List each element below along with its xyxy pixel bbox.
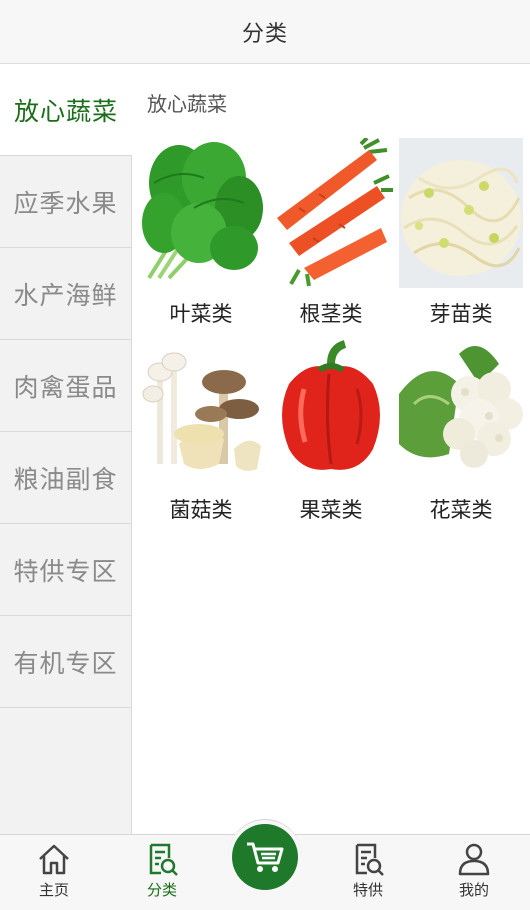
category-fruit-veg[interactable]: 果菜类 bbox=[269, 334, 393, 524]
category-label: 根茎类 bbox=[299, 302, 363, 326]
tab-home[interactable]: 主页 bbox=[14, 841, 94, 907]
sidebar-item-grain-oil[interactable]: 粮油副食 bbox=[0, 432, 131, 524]
category-mushrooms[interactable]: 菌菇类 bbox=[139, 334, 263, 524]
category-content: 放心蔬菜 叶菜类 根茎类 芽苗类 菌菇类 果菜类 花菜类 bbox=[133, 64, 530, 834]
tab-mine[interactable]: 我的 bbox=[434, 841, 514, 907]
sidebar-item-vegetables[interactable]: 放心蔬菜 bbox=[0, 64, 132, 156]
tab-label: 主页 bbox=[38, 881, 69, 899]
sidebar-item-fruits[interactable]: 应季水果 bbox=[0, 156, 131, 248]
page-title: 分类 bbox=[241, 21, 288, 47]
special-icon bbox=[355, 843, 384, 876]
category-label: 菌菇类 bbox=[169, 498, 233, 522]
sidebar-item-seafood[interactable]: 水产海鲜 bbox=[0, 248, 131, 340]
section-title: 放心蔬菜 bbox=[147, 92, 227, 116]
category-leafy[interactable]: 叶菜类 bbox=[139, 138, 263, 328]
cart-icon bbox=[247, 842, 284, 872]
category-label: 花菜类 bbox=[429, 498, 493, 522]
tab-special[interactable]: 特供 bbox=[328, 841, 408, 907]
sidebar-item-special[interactable]: 特供专区 bbox=[0, 524, 131, 616]
sidebar-item-meat-eggs[interactable]: 肉禽蛋品 bbox=[0, 340, 131, 432]
category-label: 叶菜类 bbox=[169, 302, 233, 326]
cart-button[interactable] bbox=[232, 824, 298, 890]
tab-label: 分类 bbox=[146, 881, 177, 899]
tab-label: 我的 bbox=[458, 881, 489, 899]
top-header: 分类 bbox=[0, 0, 530, 64]
tab-label: 特供 bbox=[352, 881, 383, 899]
cauliflower-image bbox=[399, 334, 523, 484]
category-flower-veg[interactable]: 花菜类 bbox=[399, 334, 523, 524]
mushrooms-image bbox=[139, 334, 263, 484]
sidebar-item-organic[interactable]: 有机专区 bbox=[0, 616, 131, 708]
cart-button-wrap bbox=[228, 819, 302, 893]
category-icon bbox=[149, 843, 178, 876]
home-icon bbox=[39, 844, 69, 875]
category-label: 果菜类 bbox=[299, 498, 363, 522]
red-bell-pepper-image bbox=[269, 334, 393, 484]
category-label: 芽苗类 bbox=[429, 302, 493, 326]
bottom-tabbar: 主页 分类 特供 我的 bbox=[0, 819, 530, 910]
category-sprouts[interactable]: 芽苗类 bbox=[399, 138, 523, 328]
carrots-image bbox=[269, 138, 393, 288]
user-icon bbox=[458, 843, 490, 876]
tab-category[interactable]: 分类 bbox=[122, 841, 202, 907]
bean-sprouts-image bbox=[399, 138, 523, 288]
category-root[interactable]: 根茎类 bbox=[269, 138, 393, 328]
leafy-greens-image bbox=[139, 138, 263, 288]
category-sidebar: 放心蔬菜 应季水果 水产海鲜 肉禽蛋品 粮油副食 特供专区 有机专区 bbox=[0, 64, 132, 834]
